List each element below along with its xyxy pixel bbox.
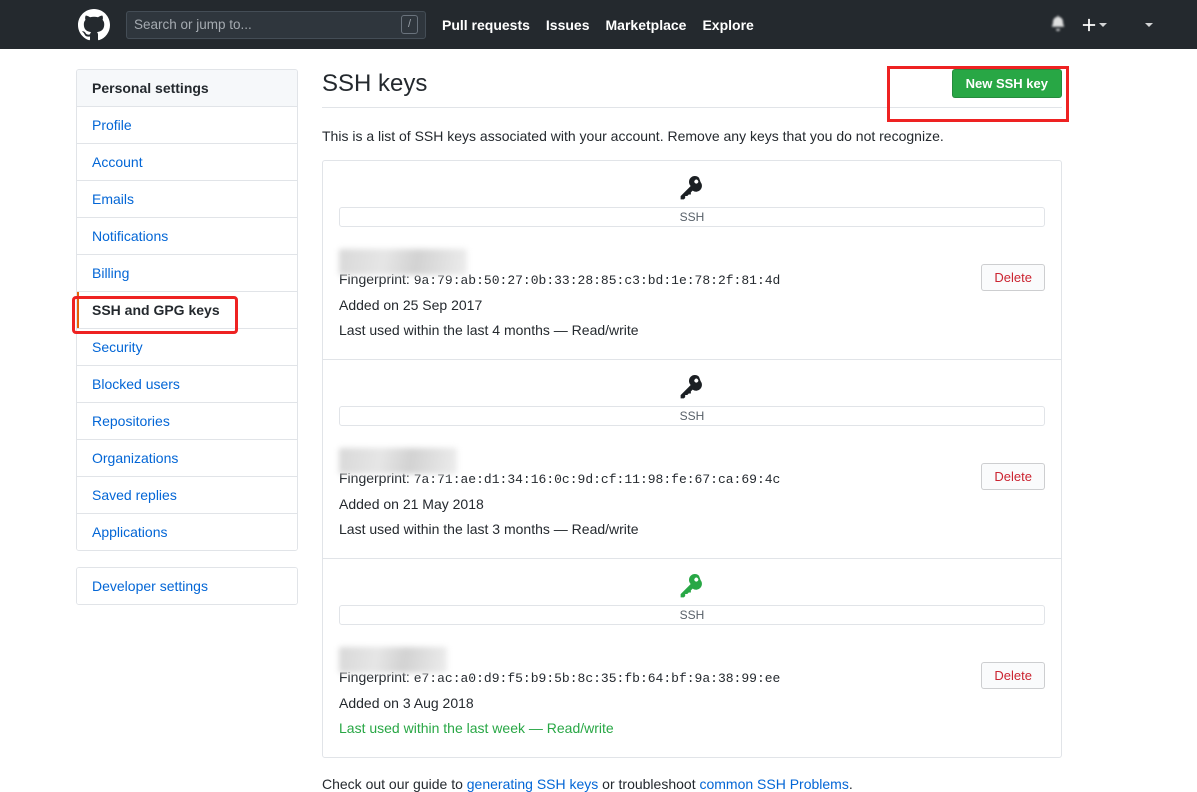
settings-sidebar: Personal settings Profile Account Emails… (76, 69, 298, 792)
top-navigation-bar: Search or jump to... / Pull requests Iss… (0, 0, 1197, 49)
redacted-key-title (339, 448, 457, 474)
fingerprint-value: 7a:71:ae:d1:34:16:0c:9d:cf:11:98:fe:67:c… (413, 472, 781, 487)
ssh-key-details: Fingerprint: e7:ac:a0:d9:f5:b9:5b:8c:35:… (339, 635, 1045, 741)
key-icon (339, 175, 1045, 201)
footer-text-middle: or troubleshoot (598, 776, 700, 792)
key-icon (339, 374, 1045, 400)
fingerprint-value: e7:ac:a0:d9:f5:b9:5b:8c:35:fb:64:bf:9a:3… (413, 671, 781, 686)
sidebar-item-saved-replies[interactable]: Saved replies (77, 477, 297, 514)
page-title: SSH keys (322, 70, 428, 97)
sidebar-item-organizations[interactable]: Organizations (77, 440, 297, 477)
sidebar-heading: Personal settings (77, 70, 297, 107)
profile-menu-button[interactable] (1145, 22, 1153, 27)
sidebar-item-security[interactable]: Security (77, 329, 297, 366)
sidebar-item-repositories[interactable]: Repositories (77, 403, 297, 440)
redacted-key-title (339, 249, 467, 275)
github-mark-icon[interactable] (78, 8, 110, 41)
ssh-type-badge: SSH (339, 207, 1045, 227)
ssh-type-badge: SSH (339, 406, 1045, 426)
added-date: Added on 3 Aug 2018 (339, 695, 474, 711)
page-body: Personal settings Profile Account Emails… (0, 49, 1197, 792)
plus-icon (1082, 18, 1096, 31)
primary-nav: Pull requests Issues Marketplace Explore (442, 17, 754, 33)
ssh-key-row: SSH Fingerprint: 7a:71:ae:d1:34:16:0c:9d… (323, 360, 1061, 559)
create-new-button[interactable] (1082, 18, 1107, 32)
last-used-text: Last used within the last week — Read/wr… (339, 720, 614, 736)
footer-text-before: Check out our guide to (322, 776, 467, 792)
search-placeholder: Search or jump to... (134, 17, 252, 32)
ssh-key-row: SSH Fingerprint: e7:ac:a0:d9:f5:b9:5b:8c… (323, 559, 1061, 757)
redacted-key-title (339, 647, 447, 673)
key-icon (339, 573, 1045, 599)
sidebar-item-profile[interactable]: Profile (77, 107, 297, 144)
intro-text: This is a list of SSH keys associated wi… (322, 128, 944, 144)
generating-ssh-keys-link[interactable]: generating SSH keys (467, 776, 599, 792)
ssh-type-badge: SSH (339, 605, 1045, 625)
sidebar-item-billing[interactable]: Billing (77, 255, 297, 292)
ssh-keys-list: SSH Fingerprint: 9a:79:ab:50:27:0b:33:28… (322, 160, 1062, 758)
ssh-key-row: SSH Fingerprint: 9a:79:ab:50:27:0b:33:28… (323, 161, 1061, 360)
chevron-down-icon (1099, 22, 1107, 27)
chevron-down-icon (1145, 22, 1153, 27)
sidebar-item-applications[interactable]: Applications (77, 514, 297, 550)
delete-key-button[interactable]: Delete (981, 463, 1045, 490)
nav-pull-requests[interactable]: Pull requests (442, 17, 530, 33)
last-used-text: Last used within the last 3 months — Rea… (339, 521, 639, 537)
footer-text-after: . (848, 776, 853, 792)
last-used-text: Last used within the last 4 months — Rea… (339, 322, 639, 338)
sidebar-item-emails[interactable]: Emails (77, 181, 297, 218)
personal-settings-menu: Personal settings Profile Account Emails… (76, 69, 298, 551)
nav-explore[interactable]: Explore (702, 17, 753, 33)
search-shortcut-badge: / (400, 15, 418, 34)
content-header: SSH keys New SSH key (322, 66, 1069, 122)
sidebar-item-ssh-and-gpg-keys[interactable]: SSH and GPG keys (77, 292, 297, 329)
fingerprint-value: 9a:79:ab:50:27:0b:33:28:85:c3:bd:1e:78:2… (413, 273, 781, 288)
nav-marketplace[interactable]: Marketplace (606, 17, 687, 33)
added-date: Added on 25 Sep 2017 (339, 297, 483, 313)
header-actions (1050, 15, 1181, 34)
sidebar-item-developer-settings[interactable]: Developer settings (77, 568, 297, 604)
bell-icon[interactable] (1050, 15, 1066, 34)
common-ssh-problems-link[interactable]: common SSH Problems (699, 776, 848, 792)
delete-key-button[interactable]: Delete (981, 264, 1045, 291)
new-ssh-key-button[interactable]: New SSH key (951, 69, 1062, 98)
footer-help-text: Check out our guide to generating SSH ke… (322, 776, 1062, 792)
search-input[interactable]: Search or jump to... / (126, 10, 426, 39)
sidebar-item-notifications[interactable]: Notifications (77, 218, 297, 255)
ssh-key-details: Fingerprint: 9a:79:ab:50:27:0b:33:28:85:… (339, 237, 1045, 343)
developer-settings-menu: Developer settings (76, 567, 298, 605)
sidebar-item-account[interactable]: Account (77, 144, 297, 181)
delete-key-button[interactable]: Delete (981, 662, 1045, 689)
sidebar-item-blocked-users[interactable]: Blocked users (77, 366, 297, 403)
added-date: Added on 21 May 2018 (339, 496, 484, 512)
main-content: SSH keys New SSH key This is a list of S… (322, 66, 1069, 792)
nav-issues[interactable]: Issues (546, 17, 590, 33)
ssh-key-details: Fingerprint: 7a:71:ae:d1:34:16:0c:9d:cf:… (339, 436, 1045, 542)
